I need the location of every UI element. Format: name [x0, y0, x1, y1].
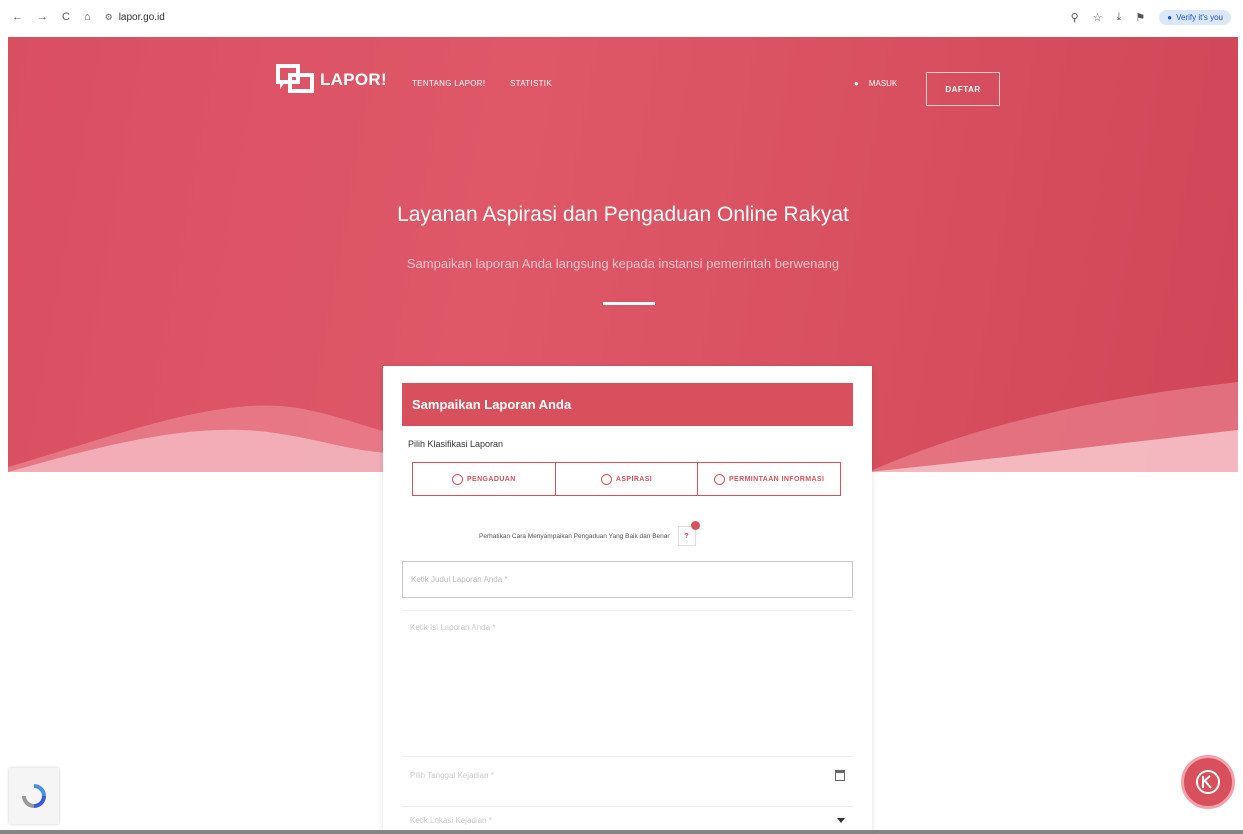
radio-icon [451, 473, 463, 485]
radio-icon [713, 473, 725, 485]
url-text[interactable]: lapor.go.id [119, 12, 165, 23]
hero-divider [603, 302, 655, 305]
klasifikasi-options: PENGADUAN ASPIRASI PERMINTAAN INFORMASI [412, 462, 841, 496]
masuk-label: MASUK [868, 79, 898, 88]
option-label: ASPIRASI [615, 475, 653, 483]
extensions-icon[interactable]: ⚑ [1135, 11, 1145, 24]
top-navigation: LAPOR! TENTANG LAPOR! STATISTIK ● MASUK … [8, 37, 1238, 147]
report-form-card: Sampaikan Laporan Anda Pilih Klasifikasi… [383, 366, 872, 834]
tanggal-kejadian-field[interactable]: Pilih Tanggal Kejadian * [402, 756, 853, 794]
tanggal-placeholder: Pilih Tanggal Kejadian * [410, 771, 494, 780]
reload-icon[interactable]: C [62, 11, 70, 23]
form-header: Sampaikan Laporan Anda [402, 383, 853, 426]
lapor-logo[interactable]: LAPOR! [276, 63, 387, 97]
profile-icon: ● [1167, 12, 1173, 22]
notice-text: Perhatikan Cara Menyampaikan Pengaduan Y… [479, 532, 670, 540]
radio-icon [600, 473, 612, 485]
verify-profile-button[interactable]: ● Verify it's you [1159, 9, 1231, 25]
site-settings-icon[interactable]: ⚙ [105, 12, 113, 23]
recaptcha-badge[interactable] [9, 768, 59, 824]
home-icon[interactable]: ⌂ [84, 11, 91, 23]
bottom-edge [0, 830, 1243, 834]
logo-text: LAPOR! [320, 70, 387, 89]
option-pengaduan[interactable]: PENGADUAN [413, 463, 556, 495]
guideline-notice: Perhatikan Cara Menyampaikan Pengaduan Y… [479, 521, 700, 546]
guideline-help-button[interactable]: ? [677, 521, 700, 546]
help-icon: ? [684, 532, 689, 540]
klasifikasi-label: Pilih Klasifikasi Laporan [408, 439, 504, 449]
option-permintaan-informasi[interactable]: PERMINTAAN INFORMASI [698, 463, 840, 495]
download-icon[interactable]: ⤓ [1117, 11, 1122, 24]
logo-icon [276, 63, 316, 97]
bookmark-star-icon[interactable]: ☆ [1093, 11, 1103, 24]
translate-icon[interactable]: ⚲ [1071, 11, 1079, 24]
notification-dot [690, 521, 700, 530]
chat-icon [1196, 770, 1220, 794]
verify-label: Verify it's you [1176, 12, 1223, 22]
login-link[interactable]: ● MASUK [854, 79, 897, 88]
judul-input[interactable] [402, 561, 853, 598]
hero-title: Layanan Aspirasi dan Pengaduan Online Ra… [397, 203, 849, 226]
recaptcha-icon [22, 784, 46, 808]
chat-button[interactable] [1181, 755, 1235, 809]
hero-subtitle: Sampaikan laporan Anda langsung kepada i… [406, 256, 840, 271]
calendar-icon[interactable] [835, 770, 845, 781]
chevron-down-icon[interactable] [837, 818, 845, 823]
user-icon: ● [854, 79, 859, 88]
address-bar[interactable]: ⚙ lapor.go.id [105, 12, 165, 23]
lokasi-placeholder: Ketik Lokasi Kejadian * [410, 816, 492, 825]
browser-toolbar: ← → C ⌂ ⚙ lapor.go.id ⚲ ☆ ⤓ ⚑ ● Verify i… [0, 0, 1243, 34]
option-label: PERMINTAAN INFORMASI [728, 475, 825, 483]
forward-icon[interactable]: → [37, 11, 48, 23]
daftar-button[interactable]: DAFTAR [926, 72, 1000, 106]
nav-statistik[interactable]: STATISTIK [510, 79, 552, 88]
nav-tentang[interactable]: TENTANG LAPOR! [412, 79, 485, 88]
option-aspirasi[interactable]: ASPIRASI [556, 463, 699, 495]
isi-laporan-textarea[interactable] [402, 610, 853, 750]
back-icon[interactable]: ← [12, 11, 23, 23]
option-label: PENGADUAN [466, 475, 516, 483]
